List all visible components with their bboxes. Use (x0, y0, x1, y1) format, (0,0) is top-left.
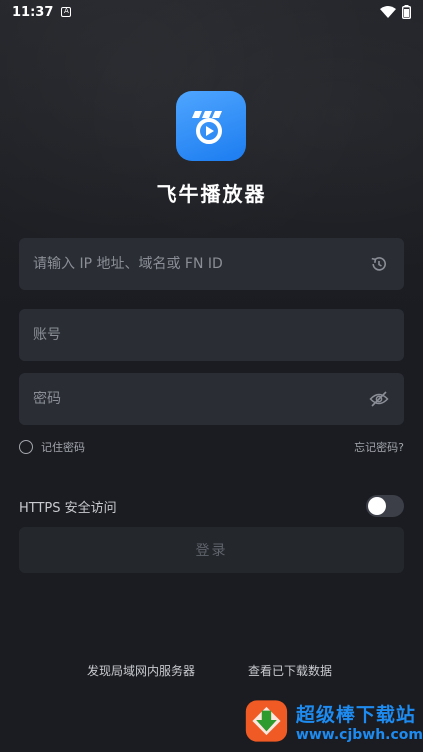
status-icons (380, 5, 411, 19)
wifi-icon (380, 6, 396, 18)
battery-icon (402, 5, 411, 19)
watermark-url: www.cjbwh.com (295, 726, 423, 743)
app-logo (176, 91, 246, 161)
forgot-password-link[interactable]: 忘记密码? (354, 439, 404, 455)
notification-icon: A (61, 7, 72, 17)
login-button[interactable]: 登录 (19, 527, 404, 573)
history-icon[interactable] (368, 253, 390, 275)
status-bar: 11:37 A (0, 0, 423, 24)
footer-links: 发现局域网内服务器 查看已下载数据 (0, 662, 423, 680)
app-title: 飞牛播放器 (156, 182, 267, 206)
https-label: HTTPS 安全访问 (19, 500, 117, 516)
watermark: 超级棒下载站 www.cjbwh.com (243, 693, 423, 749)
remember-password-label[interactable]: 记住密码 (41, 439, 85, 455)
remember-password-checkbox[interactable] (19, 440, 33, 454)
status-time: 11:37 (12, 4, 54, 20)
https-toggle[interactable] (366, 495, 404, 517)
account-field[interactable] (19, 309, 404, 361)
watermark-logo-icon (245, 700, 288, 742)
watermark-text: 超级棒下载站 www.cjbwh.com (296, 700, 423, 743)
password-field[interactable] (19, 373, 404, 425)
fnos-logo-icon (192, 111, 222, 144)
view-downloads-link[interactable]: 查看已下载数据 (248, 662, 332, 679)
discover-lan-servers-link[interactable]: 发现局域网内服务器 (87, 662, 195, 679)
eye-off-icon[interactable] (368, 388, 390, 410)
server-address-input[interactable] (33, 256, 368, 272)
https-row: HTTPS 安全访问 (19, 494, 404, 518)
watermark-title: 超级棒下载站 (295, 703, 416, 726)
password-input[interactable] (33, 391, 368, 407)
toggle-knob (368, 497, 386, 515)
remember-row: 记住密码 忘记密码? (19, 438, 404, 456)
server-address-field[interactable] (19, 238, 404, 290)
account-input[interactable] (33, 327, 390, 343)
